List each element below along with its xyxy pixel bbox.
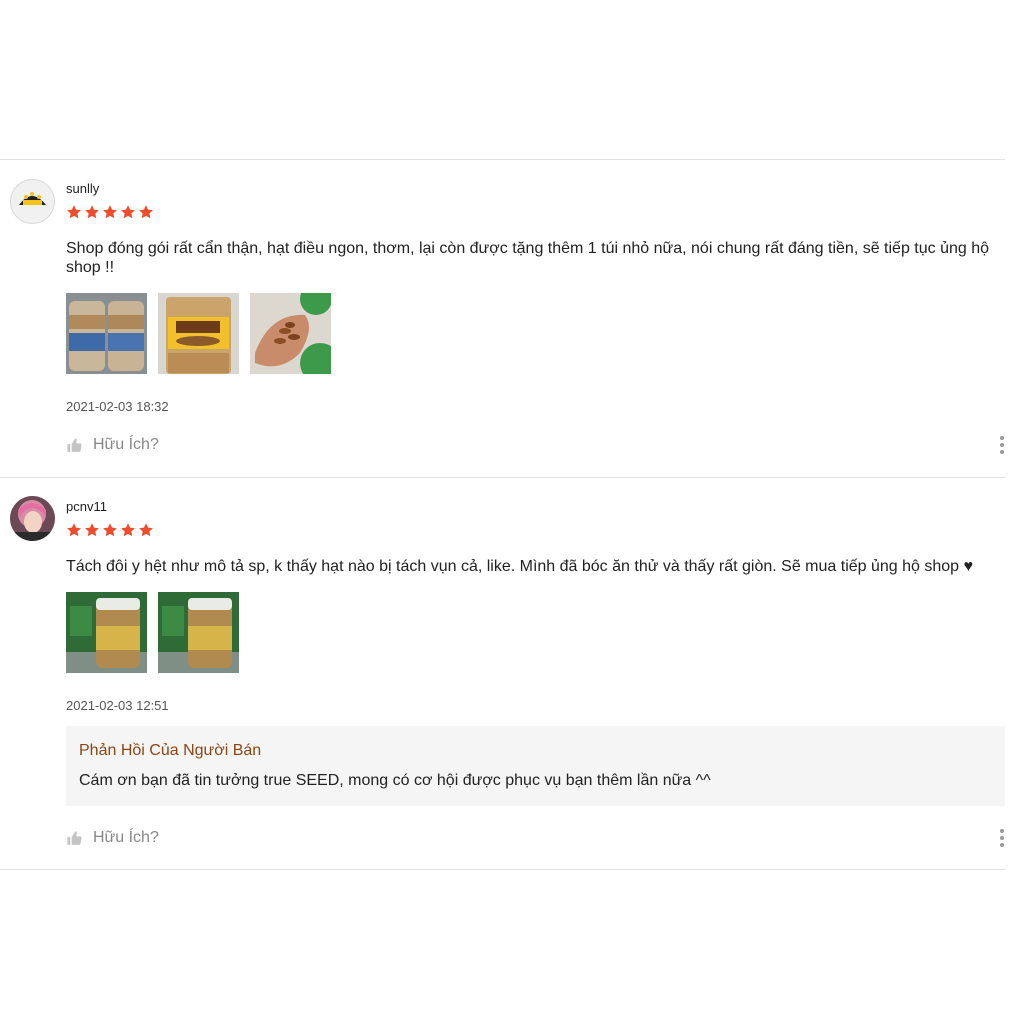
- avatar[interactable]: [10, 496, 55, 541]
- star-icon: [66, 522, 82, 538]
- rating-stars: [66, 204, 154, 220]
- seller-reply-title: Phản Hồi Của Người Bán: [79, 742, 262, 759]
- review-text: Tách đôi y hệt như mô tả sp, k thấy hạt …: [66, 558, 974, 575]
- helpful-label: Hữu Ích?: [93, 436, 159, 453]
- avatar[interactable]: [10, 179, 55, 224]
- helpful-button[interactable]: Hữu Ích?: [66, 436, 159, 454]
- review-photo[interactable]: [66, 293, 147, 374]
- star-icon: [120, 522, 136, 538]
- review-timestamp: 2021-02-03 18:32: [66, 399, 169, 414]
- star-icon: [138, 522, 154, 538]
- rating-stars: [66, 522, 154, 538]
- divider: [0, 869, 1005, 870]
- review-photo[interactable]: [158, 592, 239, 673]
- helpful-button[interactable]: Hữu Ích?: [66, 829, 159, 847]
- star-icon: [66, 204, 82, 220]
- seller-reply: Phản Hồi Của Người Bán Cám ơn bạn đã tin…: [66, 726, 1005, 806]
- review-text: Shop đóng gói rất cẩn thận, hạt điều ngo…: [66, 240, 990, 276]
- review-item: pcnv11 Tách đôi y hệt như mô tả sp, k th…: [0, 478, 1005, 870]
- username[interactable]: pcnv11: [66, 499, 107, 514]
- review-timestamp: 2021-02-03 12:51: [66, 698, 169, 713]
- more-vertical-icon[interactable]: [1000, 829, 1004, 847]
- star-icon: [84, 522, 100, 538]
- review-photo[interactable]: [66, 592, 147, 673]
- thumbs-up-icon: [66, 437, 83, 454]
- star-icon: [102, 522, 118, 538]
- helpful-label: Hữu Ích?: [93, 829, 159, 846]
- review-item: sunlly Shop đóng gói rất cẩn thận, hạt đ…: [0, 160, 1005, 477]
- review-photos: [66, 592, 239, 673]
- review-photo[interactable]: [158, 293, 239, 374]
- more-vertical-icon[interactable]: [1000, 436, 1004, 454]
- star-icon: [102, 204, 118, 220]
- username[interactable]: sunlly: [66, 181, 99, 196]
- seller-reply-text: Cám ơn bạn đã tin tưởng true SEED, mong …: [79, 772, 711, 789]
- review-photos: [66, 293, 331, 374]
- review-photo[interactable]: [250, 293, 331, 374]
- star-icon: [138, 204, 154, 220]
- star-icon: [120, 204, 136, 220]
- thumbs-up-icon: [66, 830, 83, 847]
- star-icon: [84, 204, 100, 220]
